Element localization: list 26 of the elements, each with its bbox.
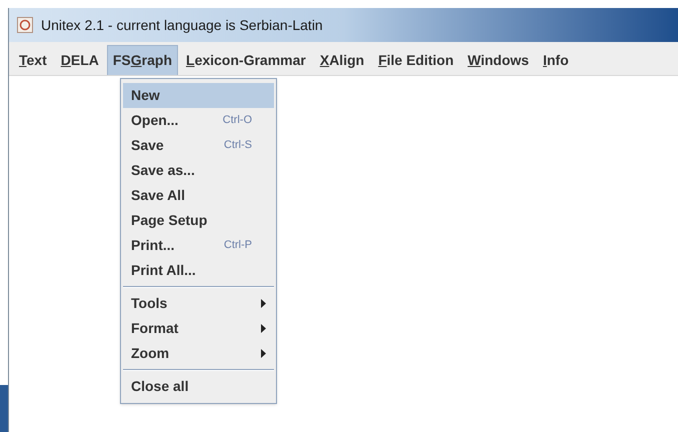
menu-item[interactable]: Page Setup bbox=[123, 208, 274, 233]
menu-item[interactable]: Print... Ctrl-P bbox=[123, 233, 274, 258]
menu-tab[interactable]: Info bbox=[536, 45, 575, 75]
submenu-arrow-icon bbox=[261, 349, 266, 358]
menu-item[interactable]: Print All... bbox=[123, 258, 274, 283]
menu-item[interactable]: Save All bbox=[123, 183, 274, 208]
submenu-item[interactable]: Zoom bbox=[123, 341, 274, 366]
menu-tab[interactable]: XAlign bbox=[314, 45, 370, 75]
window-title: Unitex 2.1 - current language is Serbian-Latin bbox=[41, 16, 323, 35]
app-icon bbox=[17, 17, 33, 33]
menu-item[interactable]: New bbox=[123, 83, 274, 108]
menu-item[interactable]: Save Ctrl-S bbox=[123, 133, 274, 158]
menu-tab[interactable]: File Edition bbox=[372, 45, 460, 75]
menu-item[interactable]: Save as... bbox=[123, 158, 274, 183]
menu-tab[interactable]: Lexicon-Grammar bbox=[180, 45, 312, 75]
menu-item[interactable]: Open... Ctrl-O bbox=[123, 108, 274, 133]
menu-tab[interactable]: DELA bbox=[54, 45, 105, 75]
submenu-item[interactable]: Format bbox=[123, 316, 274, 341]
menu-tab[interactable]: FSGraph bbox=[106, 45, 178, 75]
submenu-item[interactable]: Tools bbox=[123, 291, 274, 316]
menu-item[interactable]: Close all bbox=[123, 374, 274, 399]
menu-tab[interactable]: Windows bbox=[462, 45, 535, 75]
menu-tab[interactable]: Text bbox=[13, 45, 53, 75]
desktop-background bbox=[0, 385, 8, 432]
submenu-arrow-icon bbox=[261, 299, 266, 308]
submenu-arrow-icon bbox=[261, 324, 266, 333]
